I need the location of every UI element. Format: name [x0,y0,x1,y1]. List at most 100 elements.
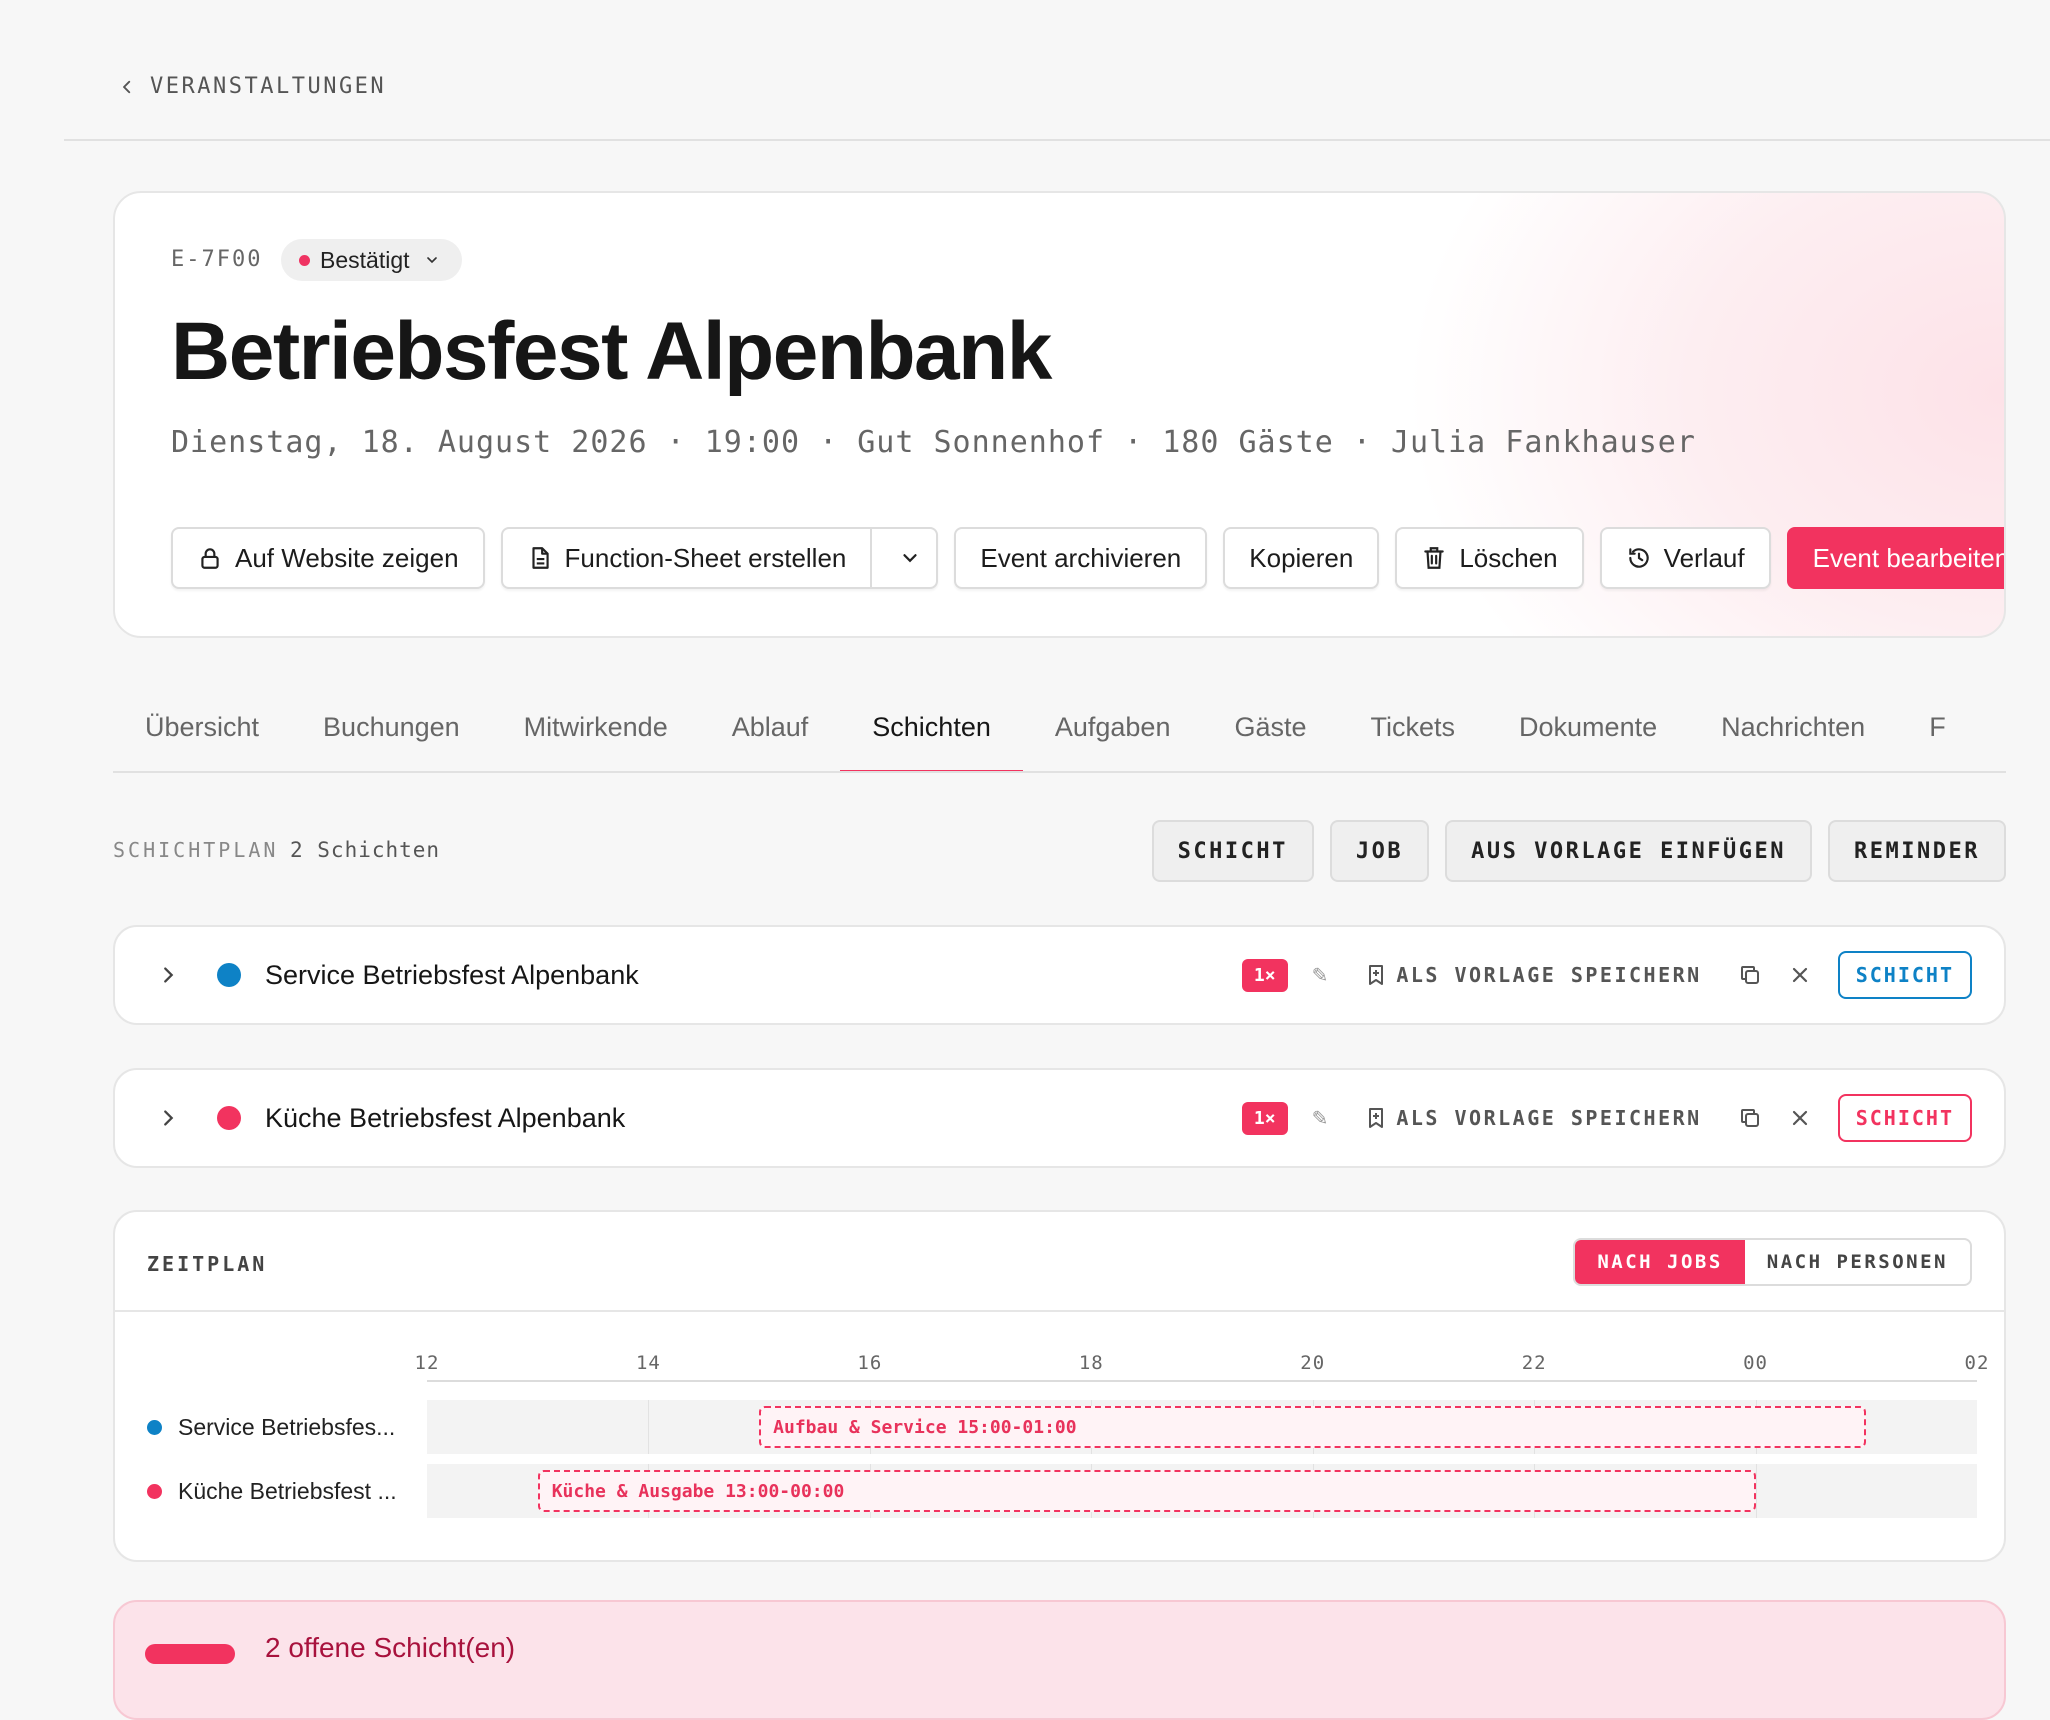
copy-event-label: Kopieren [1249,542,1354,573]
time-tick-label: 22 [1521,1352,1547,1374]
shift-color-dot [217,1106,241,1130]
event-meta: Dienstag, 18. August 2026 · 19:00 · Gut … [171,425,1696,460]
breadcrumb[interactable]: VERANSTALTUNGEN [118,74,386,99]
time-tick-label: 14 [635,1352,661,1374]
edit-event-label: Event bearbeiten [1812,542,2006,573]
lane-label: Service Betriebsfes... [147,1414,395,1441]
lane-label-text: Service Betriebsfes... [178,1414,396,1440]
view-by-jobs-button[interactable]: NACH JOBS [1575,1240,1745,1284]
shift-plan-actions: SCHICHT JOB AUS VORLAGE EINFÜGEN REMINDE… [1151,820,2006,882]
tab-nachrichten[interactable]: Nachrichten [1689,684,1897,771]
tab-uebersicht[interactable]: Übersicht [113,684,291,771]
action-bar: Auf Website zeigen Function-Sheet erstel… [171,527,2006,589]
time-tick-label: 18 [1078,1352,1104,1374]
history-label: Verlauf [1663,542,1745,573]
history-button[interactable]: Verlauf [1599,527,1771,589]
lane-color-dot [147,1484,162,1499]
tab-mitwirkende[interactable]: Mitwirkende [492,684,700,771]
shift-button[interactable]: SCHICHT [1837,951,1972,999]
shift-count: 2 Schichten [290,838,441,862]
delete-event-button[interactable]: Löschen [1395,527,1584,589]
shift-color-dot [217,963,241,987]
event-id: E-7F00 [171,247,263,272]
function-sheet-label: Function-Sheet erstellen [564,542,847,573]
view-by-persons-button[interactable]: NACH PERSONEN [1745,1240,1970,1284]
chevron-right-icon[interactable] [157,964,179,986]
tab-buchungen[interactable]: Buchungen [291,684,492,771]
shift-plan-label: SCHICHTPLAN [113,838,279,862]
tab-bar: Übersicht Buchungen Mitwirkende Ablauf S… [113,684,2006,773]
show-on-website-button[interactable]: Auf Website zeigen [171,527,485,589]
gridline [648,1400,650,1454]
tab-ablauf[interactable]: Ablauf [700,684,841,771]
copy-event-button[interactable]: Kopieren [1223,527,1380,589]
save-as-template-button[interactable]: ALS VORLAGE SPEICHERN [1366,963,1701,987]
trash-icon [1424,547,1445,569]
shift-bar[interactable]: Aufbau & Service 15:00-01:00 [759,1406,1867,1448]
lane-label-text: Küche Betriebsfest ... [178,1478,397,1504]
save-as-template-button[interactable]: ALS VORLAGE SPEICHERN [1366,1106,1701,1130]
schedule-title: ZEITPLAN [147,1252,268,1276]
duplicate-icon[interactable] [1738,963,1762,987]
chevron-left-icon [123,80,131,93]
page-title: Betriebsfest Alpenbank [171,306,1052,397]
duplicate-icon[interactable] [1738,1106,1762,1130]
schedule-card: ZEITPLAN NACH JOBS NACH PERSONEN 12 14 16 1… [113,1210,2006,1562]
function-sheet-button[interactable]: Function-Sheet erstellen [503,529,873,587]
view-toggle: NACH JOBS NACH PERSONEN [1573,1238,1972,1286]
divider [115,1310,2004,1312]
chevron-right-icon[interactable] [157,1107,179,1129]
shift-row[interactable]: Küche Betriebsfest Alpenbank 1× ✎ ALS VO… [113,1068,2006,1168]
status-badge [145,1644,235,1664]
event-header-card: E-7F00 Bestätigt Betriebsfest Alpenbank … [113,191,2006,638]
time-tick-label: 00 [1743,1352,1769,1374]
add-shift-button[interactable]: SCHICHT [1151,820,1314,882]
function-sheet-dropdown[interactable] [884,547,936,569]
tab-tickets[interactable]: Tickets [1339,684,1488,771]
tab-gaeste[interactable]: Gäste [1202,684,1338,771]
edit-event-button[interactable]: Event bearbeiten [1786,527,2006,589]
close-icon[interactable] [1788,963,1812,987]
bookmark-plus-icon [1369,1108,1384,1128]
status-dropdown[interactable]: Bestätigt [281,239,462,281]
timeline-lane: Küche & Ausgabe 13:00-00:00 [427,1464,1977,1518]
history-icon [1628,548,1649,568]
shift-row[interactable]: Service Betriebsfest Alpenbank 1× ✎ ALS … [113,925,2006,1025]
add-job-button[interactable]: JOB [1329,820,1430,882]
chevron-down-icon [903,554,918,563]
gridline [1755,1464,1757,1518]
time-tick-label: 02 [1964,1352,1990,1374]
function-sheet-split-button: Function-Sheet erstellen [500,527,939,589]
divider [64,139,2050,141]
shift-bar[interactable]: Küche & Ausgabe 13:00-00:00 [537,1470,1756,1512]
reminder-button[interactable]: REMINDER [1828,820,2006,882]
time-tick-label: 16 [857,1352,883,1374]
tab-dokumente[interactable]: Dokumente [1487,684,1689,771]
shift-row-actions: 1× ✎ ALS VORLAGE SPEICHERN SCHICHT [1241,951,1972,999]
count-badge: 1× [1241,1101,1288,1135]
shift-button[interactable]: SCHICHT [1837,1094,1972,1142]
archive-event-button[interactable]: Event archivieren [954,527,1208,589]
status-label: Bestätigt [320,246,410,273]
tab-schichten[interactable]: Schichten [840,684,1023,771]
save-as-template-label: ALS VORLAGE SPEICHERN [1396,1106,1702,1130]
edit-icon[interactable]: ✎ [1312,963,1329,988]
shift-row-actions: 1× ✎ ALS VORLAGE SPEICHERN SCHICHT [1241,1094,1972,1142]
timeline-lane: Aufbau & Service 15:00-01:00 [427,1400,1977,1454]
time-tick-label: 12 [414,1352,440,1374]
tab-more[interactable]: F [1897,684,1978,771]
tab-aufgaben[interactable]: Aufgaben [1023,684,1203,771]
open-shifts-text: 2 offene Schicht(en) [265,1632,516,1663]
edit-icon[interactable]: ✎ [1312,1106,1329,1131]
save-as-template-label: ALS VORLAGE SPEICHERN [1396,963,1702,987]
close-icon[interactable] [1788,1106,1812,1130]
delete-event-label: Löschen [1459,542,1558,573]
shift-name: Service Betriebsfest Alpenbank [265,959,639,990]
lane-label: Küche Betriebsfest ... [147,1478,397,1505]
shift-name: Küche Betriebsfest Alpenbank [265,1102,626,1133]
archive-event-label: Event archivieren [980,542,1182,573]
open-shifts-card[interactable]: 2 offene Schicht(en) [113,1600,2006,1720]
count-badge: 1× [1241,958,1288,992]
document-icon [531,547,549,569]
insert-from-template-button[interactable]: AUS VORLAGE EINFÜGEN [1445,820,1813,882]
